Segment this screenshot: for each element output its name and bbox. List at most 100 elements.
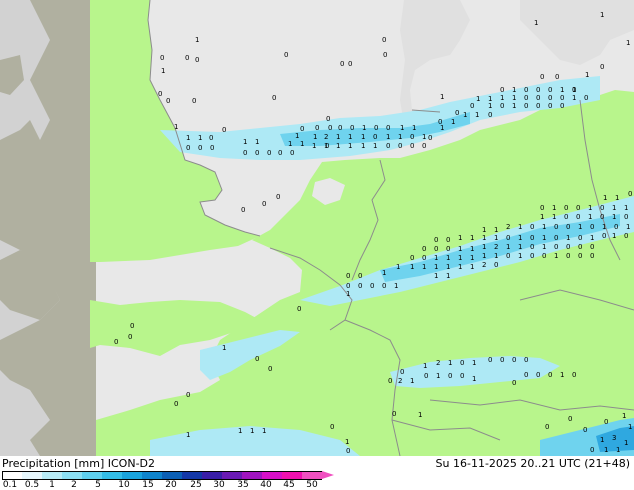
precip-value-label: 0 (548, 102, 552, 110)
precip-value-label: 1 (336, 133, 340, 141)
precip-value-label: 0 (564, 204, 568, 212)
precip-value-label: 1 (262, 427, 266, 435)
precip-value-label: 1 (348, 142, 352, 150)
precip-value-label: 0 (536, 371, 540, 379)
precip-value-label: 2 (506, 223, 510, 231)
color-scale-label: 15 (142, 480, 154, 490)
precip-value-label: 0 (278, 149, 282, 157)
precip-value-label: 1 (434, 272, 438, 280)
precip-value-label: 0 (578, 252, 582, 260)
precip-value-label: 0 (554, 223, 558, 231)
precip-value-label: 0 (578, 243, 582, 251)
precip-value-label: 0 (268, 365, 272, 373)
color-scale-label: 1 (49, 480, 55, 490)
color-scale-swatch (242, 471, 262, 480)
precip-value-label: 1 (560, 86, 564, 94)
precip-value-label: 1 (361, 133, 365, 141)
precip-value-label: 1 (346, 290, 350, 298)
precip-value-label: 0 (348, 60, 352, 68)
precip-value-label: 1 (590, 234, 594, 242)
precip-value-label: 0 (583, 426, 587, 434)
precip-value-label: 1 (624, 439, 628, 447)
precip-value-label: 1 (612, 232, 616, 240)
precip-value-label: 0 (600, 63, 604, 71)
precip-value-label: 0 (428, 134, 432, 142)
color-scale-swatch (182, 471, 202, 480)
precipitation-map-view: 1001000011110000000100011100000110010000… (0, 0, 634, 490)
precip-value-label: 0 (388, 377, 392, 385)
precip-value-label: 1 (626, 223, 630, 231)
precip-value-label: 0 (530, 252, 534, 260)
precip-value-label: 0 (555, 73, 559, 81)
precip-value-label: 0 (262, 200, 266, 208)
precip-value-label: 0 (600, 204, 604, 212)
precip-value-label: 1 (186, 134, 190, 142)
precip-value-label: 0 (422, 245, 426, 253)
precip-value-label: 2 (482, 261, 486, 269)
precip-value-label: 0 (241, 206, 245, 214)
precip-value-label: 0 (584, 94, 588, 102)
color-scale-label: 2 (71, 480, 77, 490)
precip-value-label: 0 (564, 213, 568, 221)
precip-value-label: 1 (373, 142, 377, 150)
precip-value-label: 1 (488, 102, 492, 110)
precip-value-label: 0 (382, 282, 386, 290)
forecast-map: 1001000 01111000 0000 100 0 11 1 000 0 01 10 010 0 0 0… (0, 0, 634, 456)
precip-value-label: 0 (512, 379, 516, 387)
precip-value-label: 0 (540, 204, 544, 212)
precip-value-label: 0 (624, 213, 628, 221)
precip-value-label: 1 (560, 371, 564, 379)
precip-value-label: 1 (512, 86, 516, 94)
precip-value-label: 0 (536, 86, 540, 94)
precip-value-label: 1 (446, 263, 450, 271)
precip-value-label: 0 (410, 254, 414, 262)
precip-value-label: 0 (554, 234, 558, 242)
precip-value-label: 0 (209, 134, 213, 142)
precip-value-label: 1 (552, 213, 556, 221)
color-scale-label: 10 (118, 480, 130, 490)
color-scale-swatch (282, 471, 302, 480)
precip-value-label: 0 (386, 142, 390, 150)
precip-value-label: 0 (174, 400, 178, 408)
precip-value-label: 0 (590, 446, 594, 454)
precip-value-label: 1 (554, 252, 558, 260)
precip-value-label: 1 (518, 234, 522, 242)
precip-value-label: 1 (313, 133, 317, 141)
color-scale-label: 5 (95, 480, 101, 490)
color-scale-labels: 0.1 0.5 1 2 5 10 15 20 25 30 35 40 45 50 (0, 480, 634, 490)
precip-value-label: 0 (185, 54, 189, 62)
color-scale-swatch (62, 471, 82, 480)
precip-value-label: 0 (255, 149, 259, 157)
precip-value-label: 1 (506, 243, 510, 251)
precip-value-label: 0 (370, 282, 374, 290)
precip-value-label: 0 (346, 272, 350, 280)
precip-value-label: 1 (534, 19, 538, 27)
precip-value-label: 1 (361, 142, 365, 150)
precip-value-label: 1 (518, 252, 522, 260)
precip-value-label: 0 (572, 371, 576, 379)
precip-value-label: 2 (324, 133, 328, 141)
precip-value-label: 1 (451, 118, 455, 126)
precip-value-label: 1 (288, 140, 292, 148)
color-scale-label: 45 (283, 480, 295, 490)
precip-value-label: 1 (446, 272, 450, 280)
precip-value-label: 0 (195, 56, 199, 64)
precip-value-label: 1 (572, 94, 576, 102)
precip-value-label: 1 (475, 111, 479, 119)
precip-value-label: 0 (566, 243, 570, 251)
precip-value-label: 0 (566, 252, 570, 260)
precip-value-label: 0 (590, 252, 594, 260)
precip-value-label: 0 (284, 51, 288, 59)
precip-value-label: 1 (446, 254, 450, 262)
precip-value-label: 0 (346, 447, 350, 455)
precip-value-label: 0 (530, 243, 534, 251)
precip-value-label: 0 (373, 133, 377, 141)
precip-value-label: 1 (622, 412, 626, 420)
color-scale-swatch (102, 471, 122, 480)
precip-value-label: 0 (488, 111, 492, 119)
precip-value-label: 0 (315, 124, 319, 132)
precip-value-label: 0 (422, 254, 426, 262)
precip-value-label: 1 (434, 263, 438, 271)
precip-value-label: 1 (312, 142, 316, 150)
color-scale-label: 25 (190, 480, 202, 490)
